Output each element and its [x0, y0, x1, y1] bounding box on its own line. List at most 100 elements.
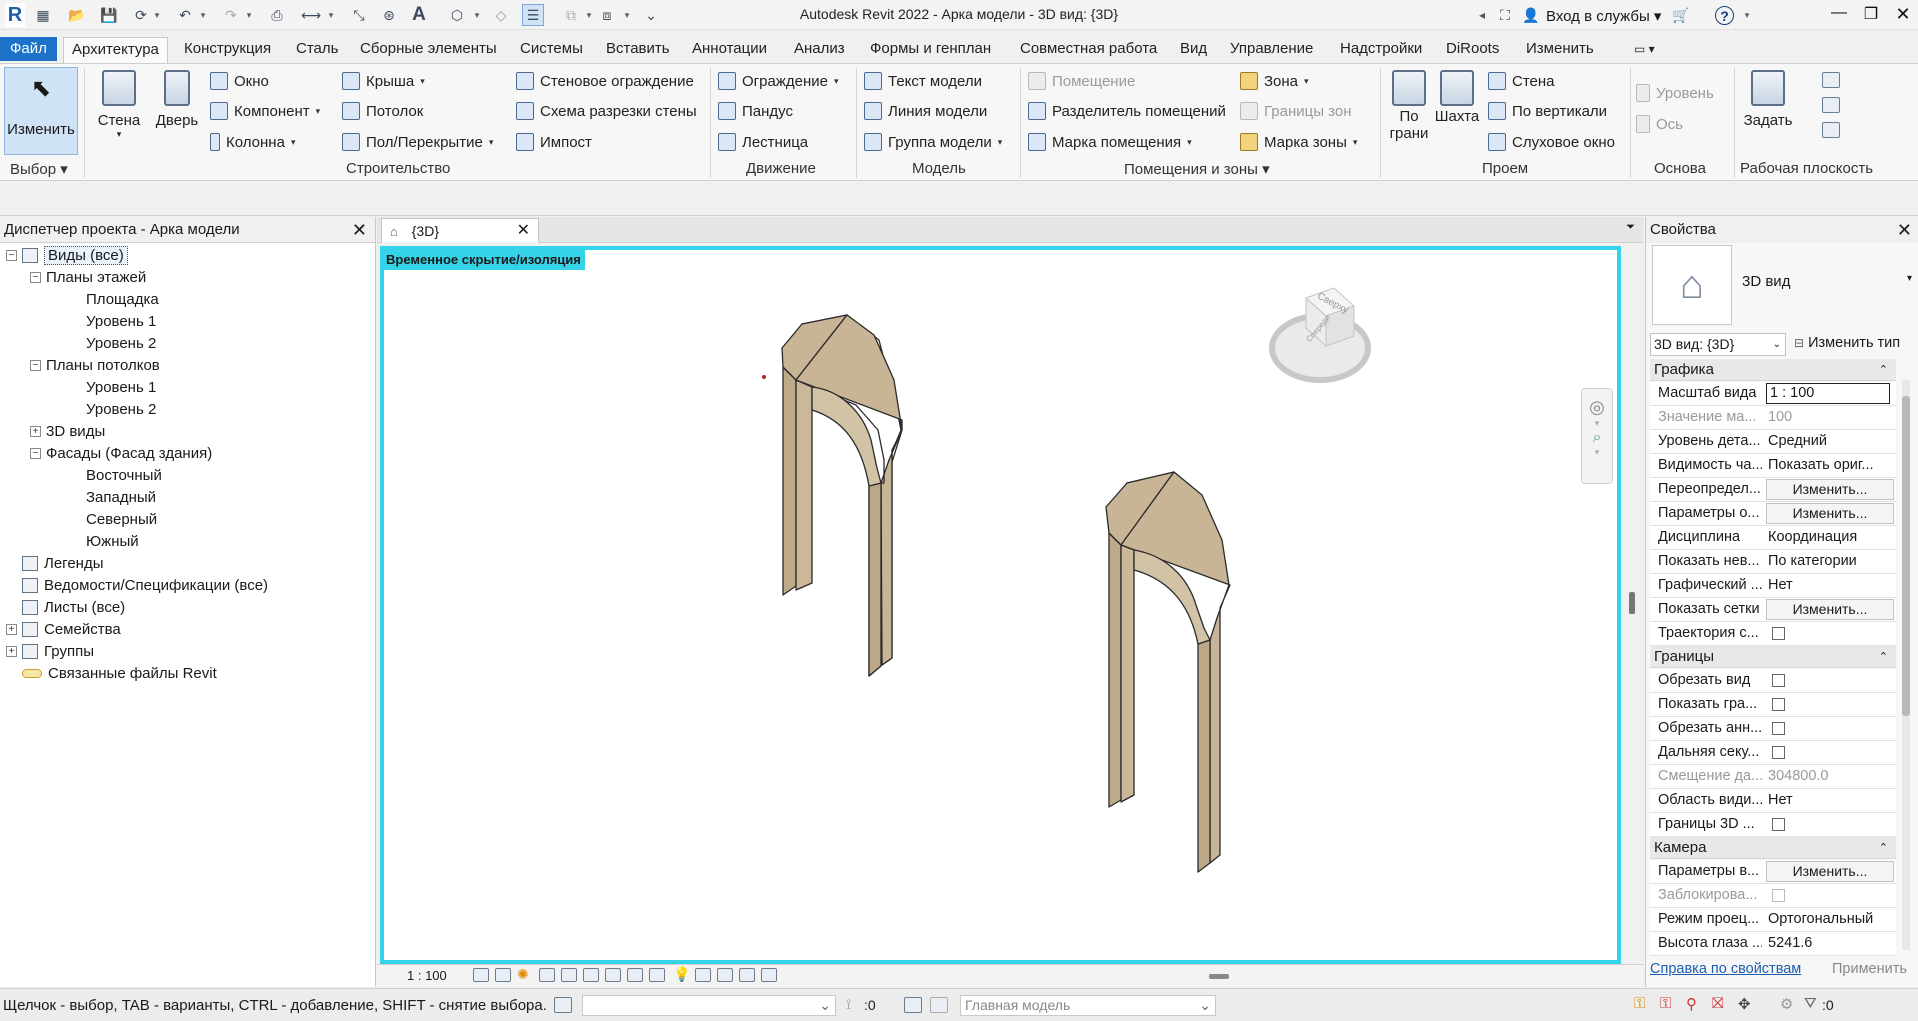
select-by-face-icon[interactable]: ⛝	[1712, 995, 1723, 1012]
aligned-dimension-icon[interactable]: ⤡	[348, 4, 370, 26]
tab-diroots[interactable]: DiRoots	[1438, 37, 1507, 61]
select-underlay-icon[interactable]: ⚿	[1660, 995, 1671, 1012]
arch-element-2[interactable]	[1105, 471, 1231, 873]
type-selector[interactable]: ⌂ 3D вид ▾	[1652, 245, 1912, 329]
floor-button[interactable]: Пол/Перекрытие ▾	[342, 133, 493, 151]
zoom-dropdown-icon[interactable]: ▾	[1582, 447, 1612, 458]
design-options-icon[interactable]	[717, 968, 733, 982]
switch-windows-dropdown-icon[interactable]: ▾	[622, 4, 632, 26]
edit-type-button[interactable]: ⊟ Изменить тип	[1794, 335, 1900, 351]
properties-scrollbar[interactable]	[1902, 380, 1910, 950]
properties-scroll-thumb[interactable]	[1902, 396, 1910, 716]
collapse-icon[interactable]: −	[30, 447, 41, 459]
3d-view-dropdown-icon[interactable]: ▾	[472, 4, 482, 26]
tab-analyze[interactable]: Анализ	[786, 37, 853, 61]
select-panel-label[interactable]: Выбор ▾	[10, 160, 68, 178]
tab-file[interactable]: Файл	[0, 37, 57, 61]
view-scale[interactable]: 1 : 100	[407, 968, 447, 983]
instance-selector[interactable]: 3D вид: {3D} ⌄	[1650, 333, 1786, 356]
roof-button[interactable]: Крыша ▾	[342, 72, 425, 90]
wall-button[interactable]: Стена ▾	[94, 70, 144, 140]
viewer-icon[interactable]	[1822, 122, 1840, 138]
shaft-button[interactable]: Шахта	[1432, 70, 1482, 125]
window-button[interactable]: Окно	[210, 72, 269, 90]
section-icon[interactable]: ◇	[490, 4, 512, 26]
analytical-model-icon[interactable]	[739, 968, 755, 982]
select-links-icon[interactable]: ⚿	[1634, 995, 1645, 1012]
properties-section-header[interactable]: Камера ⌃	[1650, 837, 1896, 859]
print-icon[interactable]: ⎙	[266, 4, 288, 26]
undo-dropdown-icon[interactable]: ▾	[198, 4, 208, 26]
area-button[interactable]: Зона ▾	[1240, 72, 1309, 90]
shadows-icon[interactable]	[539, 968, 555, 982]
level-button[interactable]: Уровень	[1636, 84, 1714, 102]
curtain-system-button[interactable]: Стеновое ограждение	[516, 72, 694, 90]
visual-style-icon[interactable]	[495, 968, 511, 982]
tab-steel[interactable]: Сталь	[288, 37, 346, 61]
editable-only-icon[interactable]: ⟟	[846, 996, 851, 1013]
browser-node[interactable]: Листы (все)	[6, 596, 125, 618]
ceiling-button[interactable]: Потолок	[342, 102, 423, 120]
tab-architecture[interactable]: Архитектура	[63, 37, 168, 64]
show-workplane-icon[interactable]	[1822, 72, 1840, 88]
open-icon[interactable]: 📂	[66, 4, 88, 26]
drawing-viewport[interactable]: Временное скрытие/изоляция Сверху Сперед…	[380, 246, 1621, 964]
render-icon[interactable]	[561, 968, 577, 982]
railing-button[interactable]: Ограждение ▾	[718, 72, 839, 90]
browser-node[interactable]: − Фасады (Фасад здания)	[30, 442, 212, 464]
component-button[interactable]: Компонент ▾	[210, 102, 320, 120]
workset-dropdown[interactable]: ⌄	[582, 995, 836, 1016]
browser-node[interactable]: Восточный	[86, 464, 162, 486]
undo-icon[interactable]: ↶	[174, 4, 196, 26]
model-line-button[interactable]: Линия модели	[864, 102, 987, 120]
close-hidden-icon[interactable]: ⧉	[560, 4, 582, 26]
property-value[interactable]: Показать ориг...	[1768, 457, 1892, 473]
browser-node[interactable]: Уровень 2	[86, 398, 156, 420]
property-checkbox[interactable]	[1772, 698, 1785, 711]
apply-button[interactable]: Применить	[1832, 961, 1907, 977]
property-edit-button[interactable]: Изменить...	[1766, 599, 1894, 620]
browser-node[interactable]: Площадка	[86, 288, 159, 310]
grid-button[interactable]: Ось	[1636, 115, 1683, 133]
property-edit-button[interactable]: Изменить...	[1766, 503, 1894, 524]
arch-model-svg[interactable]	[384, 250, 1625, 968]
tab-view[interactable]: Вид	[1172, 37, 1215, 61]
measure-dropdown-icon[interactable]: ▾	[326, 4, 336, 26]
tab-modify[interactable]: Изменить	[1518, 37, 1602, 61]
sync-icon[interactable]: ⟳	[130, 4, 152, 26]
highlight-displacement-icon[interactable]	[761, 968, 777, 982]
property-value[interactable]: Ортогональный	[1768, 911, 1892, 927]
room-tag-button[interactable]: Марка помещения ▾	[1028, 133, 1192, 151]
help-icon[interactable]: ?	[1715, 6, 1734, 25]
column-button[interactable]: Колонна ▾	[210, 133, 295, 151]
browser-node[interactable]: +3D виды	[30, 420, 105, 442]
property-value[interactable]: Нет	[1768, 792, 1892, 808]
user-icon[interactable]: 👤	[1520, 4, 1542, 26]
thin-lines-icon[interactable]: ☰	[522, 4, 544, 26]
set-workplane-button[interactable]: Задать	[1740, 70, 1796, 129]
collapse-section-icon[interactable]: ⌃	[1879, 837, 1888, 859]
collapse-icon[interactable]: −	[6, 249, 17, 261]
restore-icon[interactable]: ❐	[1858, 4, 1884, 26]
browser-node[interactable]: Легенды	[6, 552, 104, 574]
help-dropdown-icon[interactable]: ▾	[1742, 4, 1752, 26]
area-tag-button[interactable]: Марка зоны ▾	[1240, 133, 1357, 151]
mullion-button[interactable]: Импост	[516, 133, 592, 151]
worksharing-icon[interactable]	[695, 968, 711, 982]
sync-dropdown-icon[interactable]: ▾	[152, 4, 162, 26]
property-value[interactable]: Нет	[1768, 577, 1892, 593]
stair-button[interactable]: Лестница	[718, 133, 808, 151]
design-options-status-icon[interactable]	[904, 997, 922, 1013]
vertical-opening-button[interactable]: По вертикали	[1488, 102, 1607, 120]
view-tab-3d[interactable]: ⌂ {3D} ✕	[381, 218, 539, 243]
reveal-hidden-icon[interactable]: 💡	[673, 966, 690, 983]
browser-node[interactable]: − Планы потолков	[30, 354, 160, 376]
tab-precast[interactable]: Сборные элементы	[352, 37, 505, 61]
property-edit-button[interactable]: Изменить...	[1766, 479, 1894, 500]
tab-manage[interactable]: Управление	[1222, 37, 1321, 61]
model-group-button[interactable]: Группа модели ▾	[864, 133, 1002, 151]
expand-icon[interactable]: +	[30, 425, 41, 437]
room-area-panel-label[interactable]: Помещения и зоны ▾	[1124, 160, 1270, 178]
browser-node[interactable]: + Группы	[6, 640, 94, 662]
browser-node[interactable]: − Виды (все)	[6, 244, 128, 266]
